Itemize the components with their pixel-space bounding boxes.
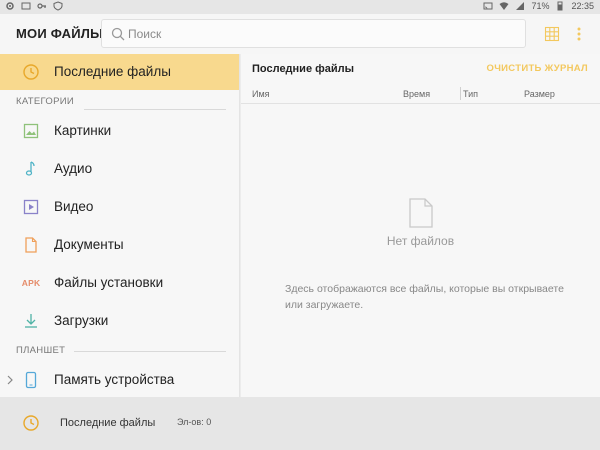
sidebar-item-video[interactable]: Видео xyxy=(0,189,239,225)
phone-icon-wrap xyxy=(22,371,40,389)
music-note-icon-wrap xyxy=(22,160,40,178)
sidebar-item-images[interactable]: Картинки xyxy=(0,113,239,149)
status-left-icons xyxy=(5,1,63,11)
clear-history-button[interactable]: ОЧИСТИТЬ ЖУРНАЛ xyxy=(487,63,589,74)
sidebar-item-downloads[interactable]: Загрузки xyxy=(0,303,239,339)
battery-icon xyxy=(557,1,563,11)
column-header-type[interactable]: Тип xyxy=(463,89,478,99)
column-separator xyxy=(460,87,461,100)
column-header-name[interactable]: Имя xyxy=(252,89,270,99)
main-panel: Последние файлы ОЧИСТИТЬ ЖУРНАЛ Имя Врем… xyxy=(241,54,600,397)
toolbar: МОИ ФАЙЛЫ xyxy=(0,14,600,54)
empty-state-description: Здесь отображаются все файлы, которые вы… xyxy=(285,283,564,311)
app-title: МОИ ФАЙЛЫ xyxy=(16,26,104,41)
sidebar-item-label: Последние файлы xyxy=(54,64,171,79)
clock-icon-wrap xyxy=(22,63,40,81)
clock-time: 22:35 xyxy=(571,1,594,11)
section-header-categories: КАТЕГОРИИ xyxy=(16,96,74,107)
divider xyxy=(74,351,226,352)
apk-icon: APK xyxy=(21,278,41,288)
image-icon-wrap xyxy=(22,122,40,140)
divider xyxy=(84,109,226,110)
image-icon xyxy=(23,123,39,139)
download-icon-wrap xyxy=(22,312,40,330)
more-options-icon[interactable] xyxy=(572,26,586,42)
grid-view-icon[interactable] xyxy=(544,26,560,42)
bottom-bar-title: Последние файлы xyxy=(60,417,156,429)
key-icon xyxy=(37,3,46,9)
sidebar-item-device-storage[interactable]: Память устройства xyxy=(0,362,239,397)
search-input[interactable] xyxy=(128,26,508,42)
sidebar-item-label: Загрузки xyxy=(54,313,109,328)
shield-icon xyxy=(53,1,63,11)
column-header-size[interactable]: Размер xyxy=(524,89,555,99)
section-header-tablet: ПЛАНШЕТ xyxy=(16,345,66,356)
clock-icon xyxy=(23,64,39,80)
screen-icon xyxy=(21,2,31,10)
document-icon-wrap xyxy=(22,236,40,254)
empty-state-title: Нет файлов xyxy=(386,234,455,248)
sidebar-item-label: Аудио xyxy=(54,161,93,176)
search-box[interactable] xyxy=(101,19,526,48)
sidebar-item-label: Файлы установки xyxy=(54,275,164,290)
video-icon xyxy=(23,199,39,215)
sidebar-item-label: Память устройства xyxy=(54,372,175,387)
sidebar-item-label: Видео xyxy=(54,199,94,214)
sidebar-item-audio[interactable]: Аудио xyxy=(0,151,239,187)
cast-icon xyxy=(483,2,493,10)
download-icon xyxy=(25,314,37,328)
bottom-bar: Последние файлы Эл-ов: 0 xyxy=(0,397,600,450)
signal-icon xyxy=(516,2,525,10)
page-title: Последние файлы xyxy=(252,63,355,75)
wifi-icon xyxy=(499,2,509,10)
status-right: 71% 22:35 xyxy=(483,1,594,11)
battery-percent: 71% xyxy=(531,1,550,11)
sidebar-item-documents[interactable]: Документы xyxy=(0,227,239,263)
status-bar: 71% 22:35 xyxy=(0,0,600,14)
empty-file-icon xyxy=(409,198,433,228)
header-divider xyxy=(241,103,600,104)
music-note-icon xyxy=(25,161,35,176)
sidebar-item-install-files[interactable]: APK Файлы установки xyxy=(0,265,239,301)
phone-icon xyxy=(25,371,37,389)
column-header-time[interactable]: Время xyxy=(403,89,430,99)
clock-icon xyxy=(23,415,39,431)
apk-icon-wrap: APK xyxy=(22,274,40,292)
document-icon xyxy=(25,237,37,253)
sidebar-item-label: Картинки xyxy=(54,123,112,138)
gear-icon xyxy=(6,2,14,10)
item-count: Эл-ов: 0 xyxy=(177,417,212,427)
sidebar-item-label: Документы xyxy=(54,237,124,252)
sidebar: Последние файлы КАТЕГОРИИ Картинки Аудио… xyxy=(0,54,240,397)
video-icon-wrap xyxy=(22,198,40,216)
chevron-right-icon[interactable] xyxy=(6,374,14,386)
sidebar-item-recent[interactable]: Последние файлы xyxy=(0,54,239,90)
search-icon xyxy=(111,27,125,41)
